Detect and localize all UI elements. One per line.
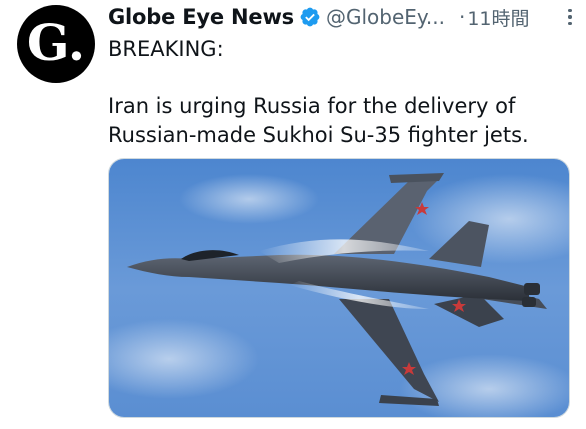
display-name[interactable]: Globe Eye News bbox=[108, 5, 294, 29]
tweet-text-line: Iran is urging Russia for the delivery o… bbox=[108, 94, 516, 118]
more-vertical-icon[interactable] bbox=[563, 6, 577, 28]
tweet-header: Globe Eye News @GlobeEy... · 11時間 bbox=[108, 3, 578, 31]
avatar-logo-text: G. bbox=[26, 13, 86, 72]
tweet[interactable]: G. Globe Eye News @GlobeEy... · 11時間 BRE… bbox=[0, 0, 586, 429]
tweet-text-line: BREAKING: bbox=[108, 37, 224, 61]
avatar[interactable]: G. bbox=[17, 5, 95, 83]
fighter-jet-photo bbox=[109, 159, 569, 417]
tweet-media-image[interactable] bbox=[108, 158, 570, 418]
verified-badge-icon bbox=[299, 6, 321, 28]
user-handle[interactable]: @GlobeEy... bbox=[326, 5, 445, 29]
separator-dot: · bbox=[458, 5, 466, 29]
tweet-text-line: Russian-made Sukhoi Su-35 fighter jets. bbox=[108, 123, 529, 147]
timestamp[interactable]: 11時間 bbox=[467, 4, 529, 31]
